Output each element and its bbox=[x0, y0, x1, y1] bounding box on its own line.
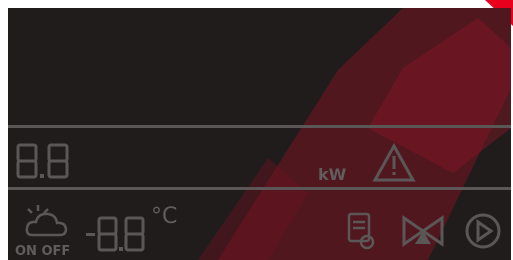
schedule-icon bbox=[347, 212, 375, 250]
power-unit-label: kW bbox=[318, 165, 347, 184]
main-value-display bbox=[16, 143, 69, 179]
separator-top bbox=[8, 125, 511, 128]
onoff-label: ON OFF bbox=[15, 244, 71, 259]
play-icon bbox=[465, 213, 501, 249]
temperature-display bbox=[86, 216, 145, 252]
valve-icon bbox=[402, 215, 444, 247]
temperature-unit-label: °C bbox=[151, 204, 178, 229]
weather-cloud-sun-icon bbox=[25, 205, 68, 237]
lcd-screen: kW ON OFF °C bbox=[8, 8, 511, 260]
warning-icon bbox=[372, 143, 416, 182]
separator-bottom bbox=[8, 187, 511, 190]
